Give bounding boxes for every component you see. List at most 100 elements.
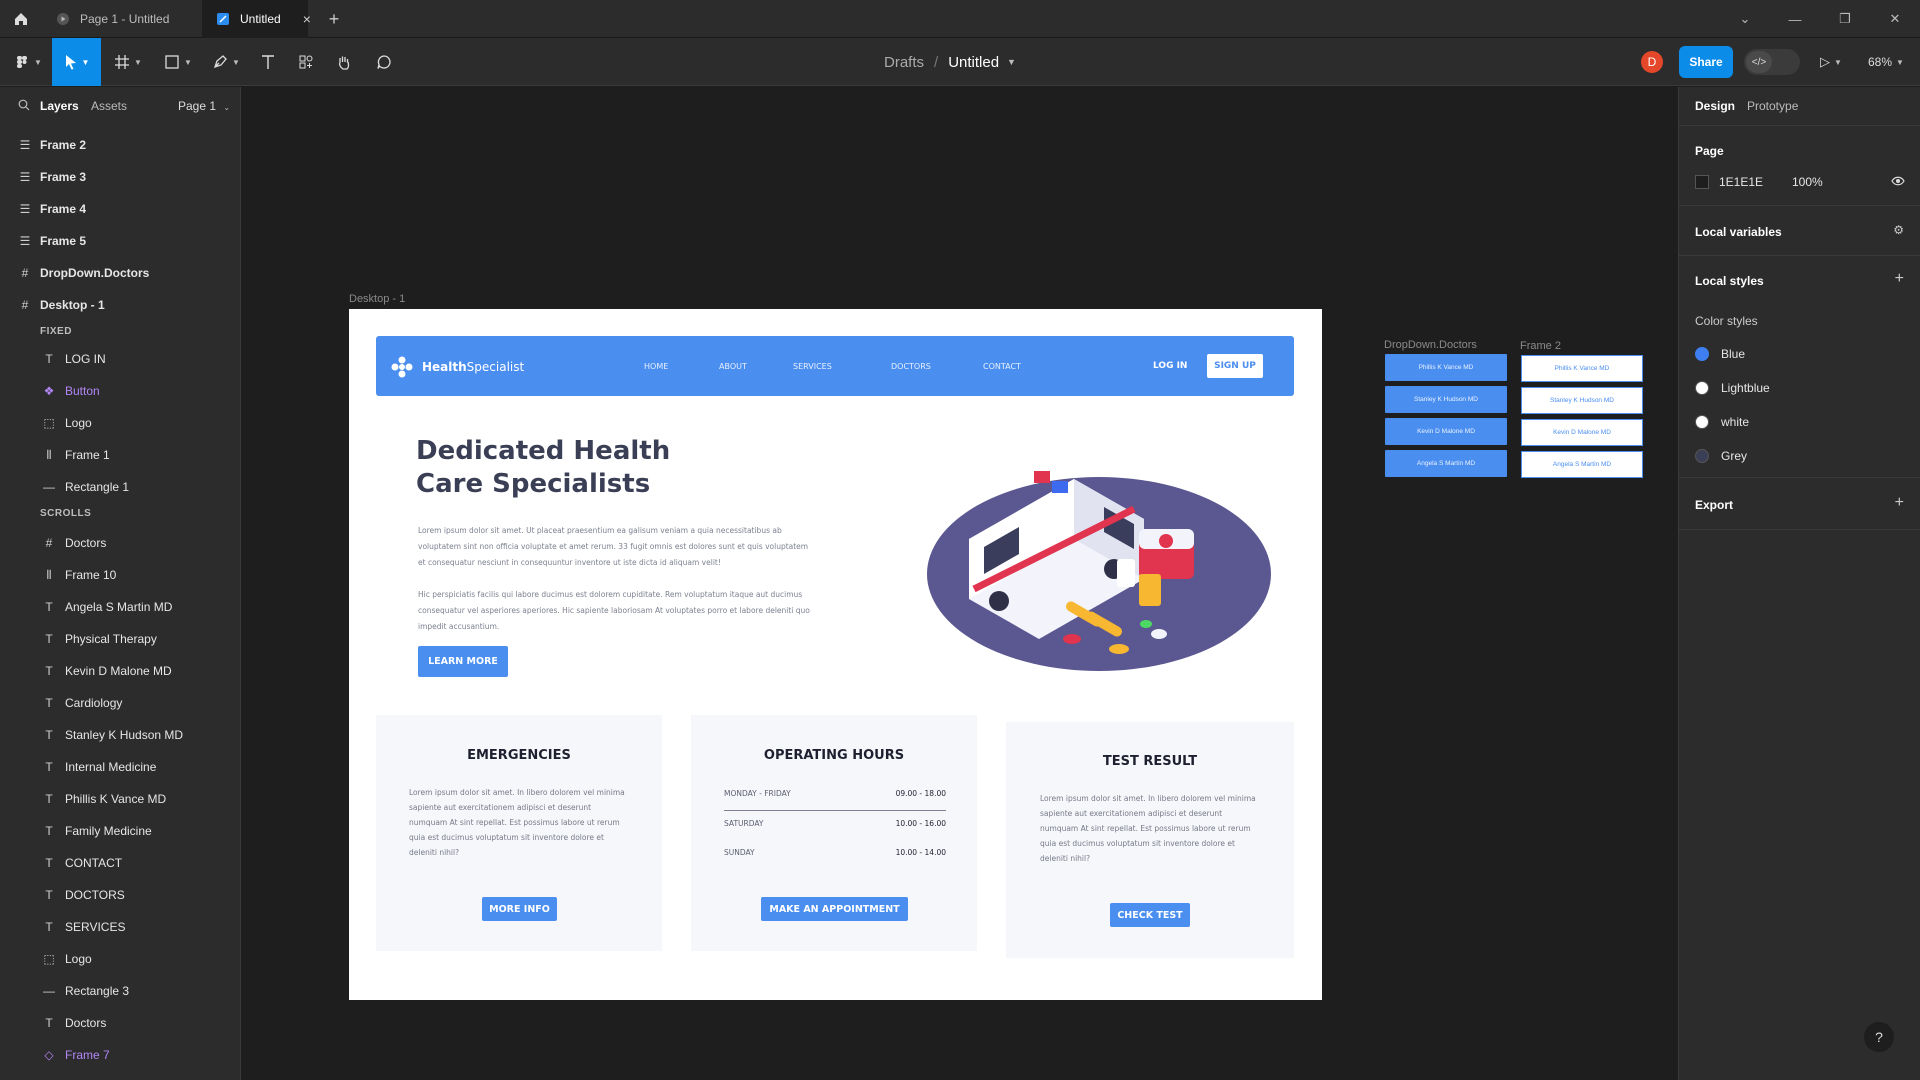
operating-hours-card: OPERATING HOURS MONDAY - FRIDAY 09.00 - … bbox=[691, 715, 977, 951]
minimize-icon[interactable]: — bbox=[1770, 0, 1820, 38]
add-export-icon[interactable]: + bbox=[1895, 494, 1904, 512]
export-section[interactable]: Export bbox=[1695, 498, 1733, 512]
layer-internal-medicine[interactable]: T Internal Medicine bbox=[0, 751, 241, 783]
home-icon[interactable] bbox=[0, 0, 42, 38]
zoom-menu[interactable]: 68% ▼ bbox=[1868, 38, 1904, 86]
layer-contact[interactable]: T CONTACT bbox=[0, 847, 241, 879]
layer-rectangle-1[interactable]: — Rectangle 1 bbox=[0, 471, 241, 503]
present-button[interactable]: ▷ ▼ bbox=[1820, 38, 1842, 86]
dropdown-item[interactable]: Angela S Martin MD bbox=[1385, 450, 1507, 477]
restore-icon[interactable]: ❐ bbox=[1820, 0, 1870, 38]
nav-services[interactable]: SERVICES bbox=[793, 362, 832, 371]
text-tool-icon[interactable] bbox=[252, 38, 284, 86]
layer-logo-2[interactable]: ⬚ Logo bbox=[0, 943, 241, 975]
layer-frame-2[interactable]: ☰ Frame 2 bbox=[0, 129, 241, 161]
pen-tool-icon[interactable]: ▼ bbox=[206, 38, 246, 86]
check-test-button[interactable]: CHECK TEST bbox=[1110, 903, 1190, 927]
desktop-frame[interactable]: Health Specialist HOME ABOUT SERVICES DOC… bbox=[349, 309, 1322, 1000]
layer-frame-1[interactable]: ⦀ Frame 1 bbox=[0, 439, 241, 471]
layer-phillis[interactable]: T Phillis K Vance MD bbox=[0, 783, 241, 815]
eye-icon[interactable] bbox=[1891, 175, 1905, 189]
close-tab-icon[interactable]: × bbox=[303, 11, 311, 27]
page-selector[interactable]: Page 1 ⌄ bbox=[178, 99, 230, 113]
frame2-item[interactable]: Phillis K Vance MD bbox=[1521, 355, 1643, 382]
local-variables[interactable]: Local variables bbox=[1695, 225, 1782, 239]
more-info-button[interactable]: MORE INFO bbox=[482, 897, 557, 921]
nav-doctors[interactable]: DOCTORS bbox=[891, 362, 931, 371]
page-color-hex[interactable]: 1E1E1E bbox=[1719, 175, 1763, 189]
chevron-down-icon[interactable]: ⌄ bbox=[1720, 0, 1770, 38]
layer-rectangle-3[interactable]: — Rectangle 3 bbox=[0, 975, 241, 1007]
frame-tool-icon[interactable]: ▼ bbox=[108, 38, 148, 86]
hand-tool-icon[interactable] bbox=[328, 38, 360, 86]
frame2-item[interactable]: Stanley K Hudson MD bbox=[1521, 387, 1643, 414]
layer-frame-5[interactable]: ☰ Frame 5 bbox=[0, 225, 241, 257]
comment-tool-icon[interactable] bbox=[368, 38, 400, 86]
layer-angela[interactable]: T Angela S Martin MD bbox=[0, 591, 241, 623]
layer-frame-7[interactable]: ◇ Frame 7 bbox=[0, 1039, 241, 1071]
page-opacity[interactable]: 100% bbox=[1792, 175, 1823, 189]
layer-frame-4[interactable]: ☰ Frame 4 bbox=[0, 193, 241, 225]
move-tool-icon[interactable]: ▼ bbox=[52, 38, 101, 86]
layer-frame-10[interactable]: ⦀ Frame 10 bbox=[0, 559, 241, 591]
dropdown-item[interactable]: Phillis K Vance MD bbox=[1385, 354, 1507, 381]
window-close-icon[interactable]: ✕ bbox=[1870, 0, 1920, 38]
site-logo[interactable]: Health Specialist bbox=[390, 356, 524, 378]
color-style-blue[interactable]: Blue bbox=[1695, 347, 1745, 361]
nav-home[interactable]: HOME bbox=[644, 362, 668, 371]
search-icon[interactable] bbox=[18, 99, 30, 114]
layer-cardiology[interactable]: T Cardiology bbox=[0, 687, 241, 719]
signup-button[interactable]: SIGN UP bbox=[1207, 354, 1263, 378]
layer-frame-3[interactable]: ☰ Frame 3 bbox=[0, 161, 241, 193]
frame-label-desktop[interactable]: Desktop - 1 bbox=[349, 293, 405, 305]
tab-prototype[interactable]: Prototype bbox=[1747, 99, 1798, 113]
make-appointment-button[interactable]: MAKE AN APPOINTMENT bbox=[761, 897, 908, 921]
avatar[interactable]: D bbox=[1641, 51, 1663, 73]
frame2-item[interactable]: Angela S Martin MD bbox=[1521, 451, 1643, 478]
new-tab-icon[interactable]: + bbox=[322, 0, 346, 38]
variables-settings-icon[interactable]: ⚙ bbox=[1893, 223, 1904, 237]
breadcrumb-drafts[interactable]: Drafts bbox=[884, 54, 924, 71]
add-style-icon[interactable]: + bbox=[1895, 270, 1904, 288]
tab-untitled[interactable]: Untitled × bbox=[202, 0, 311, 38]
layer-logo[interactable]: ⬚ Logo bbox=[0, 407, 241, 439]
tab-layers[interactable]: Layers bbox=[40, 99, 79, 113]
layer-services[interactable]: T SERVICES bbox=[0, 911, 241, 943]
main-menu-icon[interactable]: ▼ bbox=[8, 38, 48, 86]
layer-kevin[interactable]: T Kevin D Malone MD bbox=[0, 655, 241, 687]
layer-desktop-1[interactable]: # Desktop - 1 bbox=[0, 289, 241, 321]
help-button[interactable]: ? bbox=[1864, 1022, 1894, 1052]
tab-design[interactable]: Design bbox=[1695, 99, 1735, 113]
layer-button[interactable]: ❖ Button bbox=[0, 375, 241, 407]
layer-doctors-text[interactable]: T DOCTORS bbox=[0, 879, 241, 911]
layer-log-in[interactable]: T LOG IN bbox=[0, 343, 241, 375]
layer-dropdown-doctors[interactable]: # DropDown.Doctors bbox=[0, 257, 241, 289]
layer-stanley[interactable]: T Stanley K Hudson MD bbox=[0, 719, 241, 751]
dropdown-item[interactable]: Kevin D Malone MD bbox=[1385, 418, 1507, 445]
layer-family-medicine[interactable]: T Family Medicine bbox=[0, 815, 241, 847]
frame2-item[interactable]: Kevin D Malone MD bbox=[1521, 419, 1643, 446]
chevron-down-icon[interactable]: ▼ bbox=[1007, 57, 1016, 67]
dropdown-item[interactable]: Stanley K Hudson MD bbox=[1385, 386, 1507, 413]
layer-doctors[interactable]: # Doctors bbox=[0, 527, 241, 559]
share-button[interactable]: Share bbox=[1679, 46, 1733, 78]
layer-physical-therapy[interactable]: T Physical Therapy bbox=[0, 623, 241, 655]
learn-more-button[interactable]: LEARN MORE bbox=[418, 646, 508, 677]
file-name[interactable]: Untitled bbox=[948, 54, 999, 71]
login-link[interactable]: LOG IN bbox=[1153, 361, 1187, 371]
tab-page-1[interactable]: Page 1 - Untitled bbox=[42, 0, 210, 38]
rectangle-tool-icon[interactable]: ▼ bbox=[158, 38, 198, 86]
resources-icon[interactable] bbox=[290, 38, 322, 86]
dev-mode-toggle[interactable]: </> bbox=[1744, 49, 1800, 75]
tab-assets[interactable]: Assets bbox=[91, 99, 127, 113]
nav-contact[interactable]: CONTACT bbox=[983, 362, 1021, 371]
page-color-swatch[interactable] bbox=[1695, 175, 1709, 189]
frame-label-dropdown[interactable]: DropDown.Doctors bbox=[1384, 339, 1477, 351]
layer-doctors-2[interactable]: T Doctors bbox=[0, 1007, 241, 1039]
nav-about[interactable]: ABOUT bbox=[719, 362, 747, 371]
page-color-row[interactable]: 1E1E1E 100% bbox=[1695, 175, 1905, 189]
color-style-white[interactable]: white bbox=[1695, 415, 1749, 429]
color-style-grey[interactable]: Grey bbox=[1695, 449, 1747, 463]
color-style-lightblue[interactable]: Lightblue bbox=[1695, 381, 1770, 395]
frame-label-frame2[interactable]: Frame 2 bbox=[1520, 340, 1561, 352]
